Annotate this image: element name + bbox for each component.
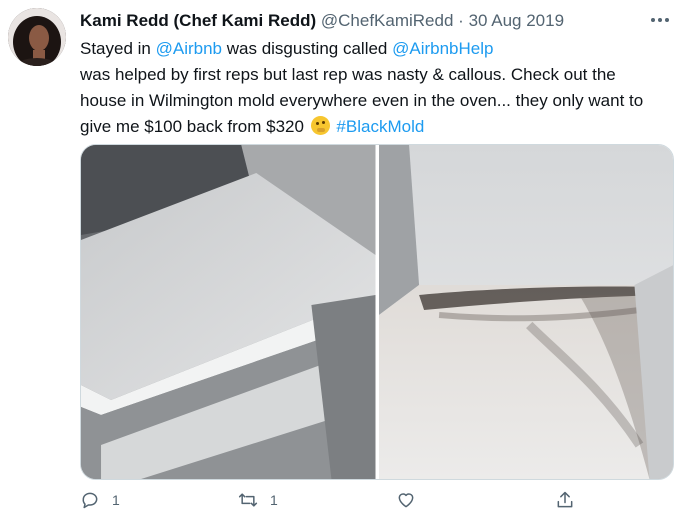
tweet-text-segment: was disgusting called	[222, 39, 393, 58]
like-icon[interactable]	[396, 490, 416, 510]
retweet-action[interactable]: 1	[238, 490, 278, 510]
like-action[interactable]	[396, 490, 416, 510]
reply-count: 1	[112, 492, 120, 508]
author-handle[interactable]: @ChefKamiRedd	[321, 11, 454, 30]
tweet-line-3: house in Wilmington mold everywhere even…	[80, 91, 644, 110]
header-separator: ·	[458, 11, 464, 30]
reply-action[interactable]: 1	[80, 490, 120, 510]
tweet-text-segment: Stayed in	[80, 39, 156, 58]
cabinet-shelves-image	[81, 145, 376, 479]
reply-icon[interactable]	[80, 490, 100, 510]
author-name[interactable]: Kami Redd (Chef Kami Redd)	[80, 11, 316, 30]
moldy-shelf-image	[378, 145, 673, 479]
hashtag-blackmold[interactable]: #BlackMold	[336, 117, 424, 136]
share-action[interactable]	[555, 490, 575, 510]
retweet-icon[interactable]	[238, 490, 258, 510]
avatar[interactable]	[8, 8, 66, 66]
tweet-actions: 1 1	[80, 490, 665, 518]
tweet-text-segment: give me $100 back from $320	[80, 117, 309, 136]
tweet-line-2: was helped by first reps but last rep wa…	[80, 65, 616, 84]
tweet-text: Stayed in @Airbnb was disgusting called …	[80, 36, 665, 140]
share-icon[interactable]	[555, 490, 575, 510]
tweet-date[interactable]: 30 Aug 2019	[469, 11, 564, 30]
photo-moldy-shelf[interactable]	[378, 145, 673, 479]
more-options-icon[interactable]	[650, 12, 670, 28]
photo-cabinet-shelves[interactable]	[81, 145, 376, 479]
thinking-face-emoji-icon	[310, 116, 330, 135]
retweet-count: 1	[270, 492, 278, 508]
tweet-line-4: give me $100 back from $320 #BlackMold	[80, 114, 665, 140]
tweet-header: Kami Redd (Chef Kami Redd) @ChefKamiRedd…	[80, 11, 664, 33]
tweet-media	[80, 144, 674, 480]
tweet-line-1: Stayed in @Airbnb was disgusting called …	[80, 36, 665, 62]
avatar-image	[8, 8, 66, 66]
mention-airbnb[interactable]: @Airbnb	[156, 39, 222, 58]
mention-airbnbhelp[interactable]: @AirbnbHelp	[392, 39, 493, 58]
